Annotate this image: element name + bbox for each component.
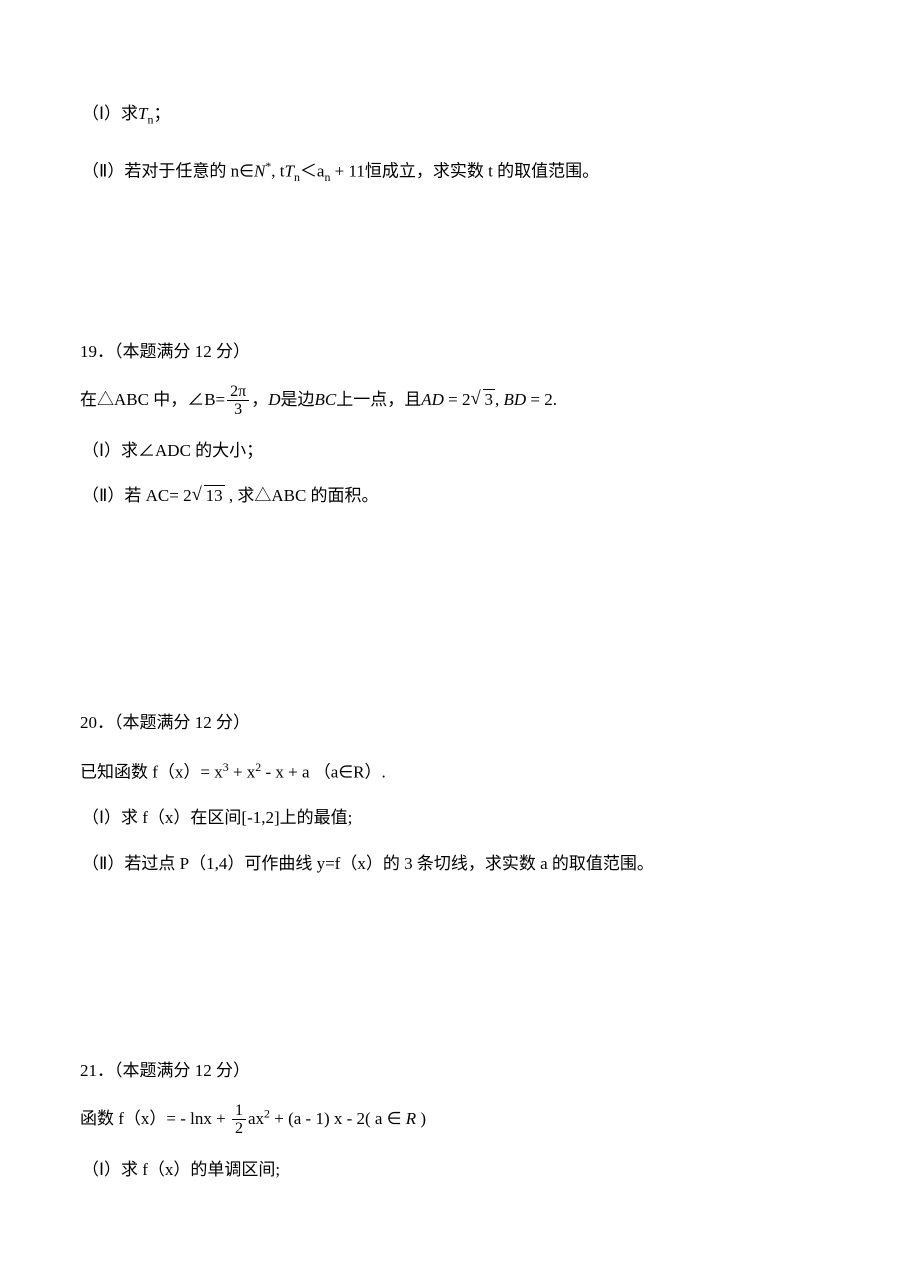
p19-number: 19． xyxy=(80,342,114,361)
p20-plus1: + x xyxy=(229,763,256,782)
p20-stem: 已知函数 f（x）= x3 + x2 - x + a （a∈R）. xyxy=(80,758,840,786)
p18-part1: （Ⅰ）求Tn； xyxy=(80,100,840,129)
p21-frac: 12 xyxy=(232,1102,246,1138)
p21-points: （本题满分 12 分） xyxy=(114,1061,250,1080)
p18-lt: ＜a xyxy=(300,162,325,181)
p19-points: （本题满分 12 分） xyxy=(114,342,250,361)
p18-part2-comma: , t xyxy=(271,162,284,181)
p19-header: 19．（本题满分 12 分） xyxy=(80,338,840,365)
p19-part1: （Ⅰ）求∠ADC 的大小； xyxy=(80,437,840,464)
p20-rest: - x + a （a∈R）. xyxy=(261,763,386,782)
p20-part1-text: （Ⅰ）求 f（x）在区间[-1,2]上的最值; xyxy=(82,808,352,827)
p20-header: 20．（本题满分 12 分） xyxy=(80,709,840,736)
p21-number: 21． xyxy=(80,1061,114,1080)
p21-part1-text: （Ⅰ）求 f（x）的单调区间; xyxy=(82,1160,280,1179)
p21-part1: （Ⅰ）求 f（x）的单调区间; xyxy=(80,1156,840,1183)
p19-BD: BD xyxy=(504,390,527,409)
p20-number: 20． xyxy=(80,713,114,732)
p19-BCpart: 是边 xyxy=(281,390,315,409)
p21-stem-pre: 函数 f（x）= - lnx + xyxy=(80,1109,230,1128)
p19-sqrt3-val: 3 xyxy=(483,389,496,409)
p19-part1-text: （Ⅰ）求∠ADC 的大小； xyxy=(82,441,263,460)
p18-plus: + 11 xyxy=(330,162,364,181)
p21-stem-rest: + (a - 1) x - 2( a ∈ xyxy=(270,1109,406,1128)
p19-stem: 在△ABC 中，∠B=2π3，D是边BC上一点，且AD = 23, BD = 2… xyxy=(80,383,840,419)
p19-BC: BC xyxy=(315,390,337,409)
p19-eq1: = 2 xyxy=(444,390,471,409)
p20-points: （本题满分 12 分） xyxy=(114,713,250,732)
p20-part2-text: （Ⅱ）若过点 P（1,4）可作曲线 y=f（x）的 3 条切线，求实数 a 的取… xyxy=(82,854,654,873)
p21-frac-den: 2 xyxy=(232,1120,246,1138)
p20-part2: （Ⅱ）若过点 P（1,4）可作曲线 y=f（x）的 3 条切线，求实数 a 的取… xyxy=(80,850,840,877)
p20-stem-pre: 已知函数 f（x）= x xyxy=(80,763,223,782)
p21-stem: 函数 f（x）= - lnx + 12ax2 + (a - 1) x - 2( … xyxy=(80,1102,840,1138)
p18-N: N xyxy=(254,162,265,181)
p19-sqrt13: 13 xyxy=(192,482,225,509)
problem-21: 21．（本题满分 12 分） 函数 f（x）= - lnx + 12ax2 + … xyxy=(80,1057,840,1184)
p19-sqrt3: 3 xyxy=(471,386,496,413)
p19-comma2: , xyxy=(495,390,504,409)
p21-header: 21．（本题满分 12 分） xyxy=(80,1057,840,1084)
p19-eq2: = 2. xyxy=(526,390,557,409)
p18-part1-end: ； xyxy=(153,104,170,123)
p19-frac: 2π3 xyxy=(227,383,249,419)
p19-stem-pre: 在△ABC 中，∠B= xyxy=(80,390,225,409)
p18-part1-text: （Ⅰ）求 xyxy=(82,104,138,123)
p19-part2-post: , 求△ABC 的面积。 xyxy=(225,486,379,505)
problem-18-parts: （Ⅰ）求Tn； （Ⅱ）若对于任意的 n∈N*, tTn＜an + 11恒成立，求… xyxy=(80,100,840,188)
p18-part2: （Ⅱ）若对于任意的 n∈N*, tTn＜an + 11恒成立，求实数 t 的取值… xyxy=(80,157,840,187)
p19-part2: （Ⅱ）若 AC= 2 13 , 求△ABC 的面积。 xyxy=(80,482,840,509)
p19-part2-pre: （Ⅱ）若 AC= 2 xyxy=(82,486,192,505)
p19-point: 上一点，且 xyxy=(336,390,421,409)
problem-20: 20．（本题满分 12 分） 已知函数 f（x）= x3 + x2 - x + … xyxy=(80,709,840,876)
p19-frac-den: 3 xyxy=(227,401,249,419)
p21-stem-mid: ax xyxy=(248,1109,264,1128)
p21-stem-end: ) xyxy=(416,1109,426,1128)
p18-part2-post: 恒成立，求实数 t 的取值范围。 xyxy=(365,162,599,181)
p21-R: R xyxy=(406,1109,416,1128)
p19-sqrt13-val: 13 xyxy=(204,485,225,505)
p19-frac-num: 2π xyxy=(227,383,249,402)
p19-stem-mid: ， xyxy=(251,390,268,409)
p21-frac-num: 1 xyxy=(232,1102,246,1121)
p20-part1: （Ⅰ）求 f（x）在区间[-1,2]上的最值; xyxy=(80,804,840,831)
p19-AD: AD xyxy=(421,390,444,409)
problem-19: 19．（本题满分 12 分） 在△ABC 中，∠B=2π3，D是边BC上一点，且… xyxy=(80,338,840,510)
p18-T2: T xyxy=(284,162,293,181)
p18-part2-pre: （Ⅱ）若对于任意的 n∈ xyxy=(82,162,254,181)
p19-D: D xyxy=(268,390,280,409)
